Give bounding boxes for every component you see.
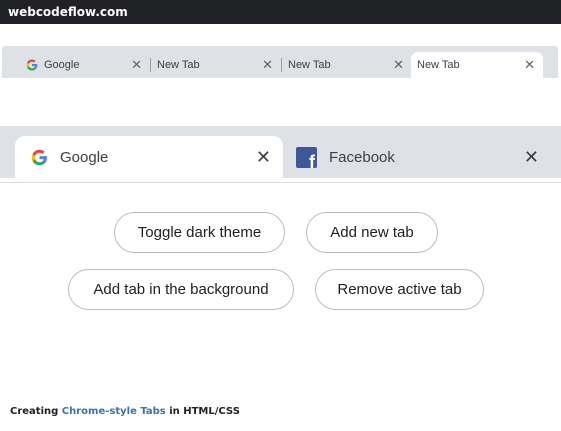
small-tab-title: New Tab [417,59,460,71]
site-title: webcodeflow.com [8,5,128,19]
footer-prefix: Creating [10,406,62,417]
large-tab-title: Google [60,148,109,166]
site-header: webcodeflow.com [0,0,561,24]
close-icon[interactable]: ✕ [393,57,404,73]
large-tab-google[interactable]: Google ✕ [15,136,283,178]
close-icon[interactable]: ✕ [524,57,535,73]
google-g-icon [31,149,47,165]
close-icon[interactable]: ✕ [262,57,273,73]
close-icon[interactable]: ✕ [524,147,539,167]
footer-highlight: Chrome-style Tabs [61,406,166,417]
close-icon[interactable]: ✕ [256,147,271,167]
large-tab-strip: Google ✕ f Facebook ✕ [0,126,561,178]
small-tab-title: New Tab [157,59,200,71]
remove-active-tab-button[interactable]: Remove active tab [315,269,484,310]
close-icon[interactable]: ✕ [131,57,142,73]
large-tab-title: Facebook [329,148,395,166]
google-g-icon [26,59,38,71]
small-tab-new-3[interactable]: New Tab ✕ [411,52,543,78]
small-tab-strip: Google ✕ New Tab ✕ New Tab ✕ New Tab ✕ [2,46,558,78]
add-tab-background-button[interactable]: Add tab in the background [68,269,294,310]
facebook-icon: f [296,146,317,168]
footer-caption: Creating Chrome-style Tabs in HTML/CSS [10,406,240,417]
add-new-tab-button[interactable]: Add new tab [306,212,438,253]
small-tab-google[interactable]: Google ✕ [2,52,150,78]
toggle-dark-theme-button[interactable]: Toggle dark theme [114,212,285,253]
small-tab-title: New Tab [288,59,331,71]
small-tab-new-2[interactable]: New Tab ✕ [282,52,412,78]
small-tab-new-1[interactable]: New Tab ✕ [151,52,281,78]
small-tab-title: Google [44,59,80,71]
footer-suffix: in HTML/CSS [165,406,240,417]
large-tab-facebook[interactable]: f Facebook ✕ [283,136,551,178]
tab-strip-divider [0,182,561,183]
